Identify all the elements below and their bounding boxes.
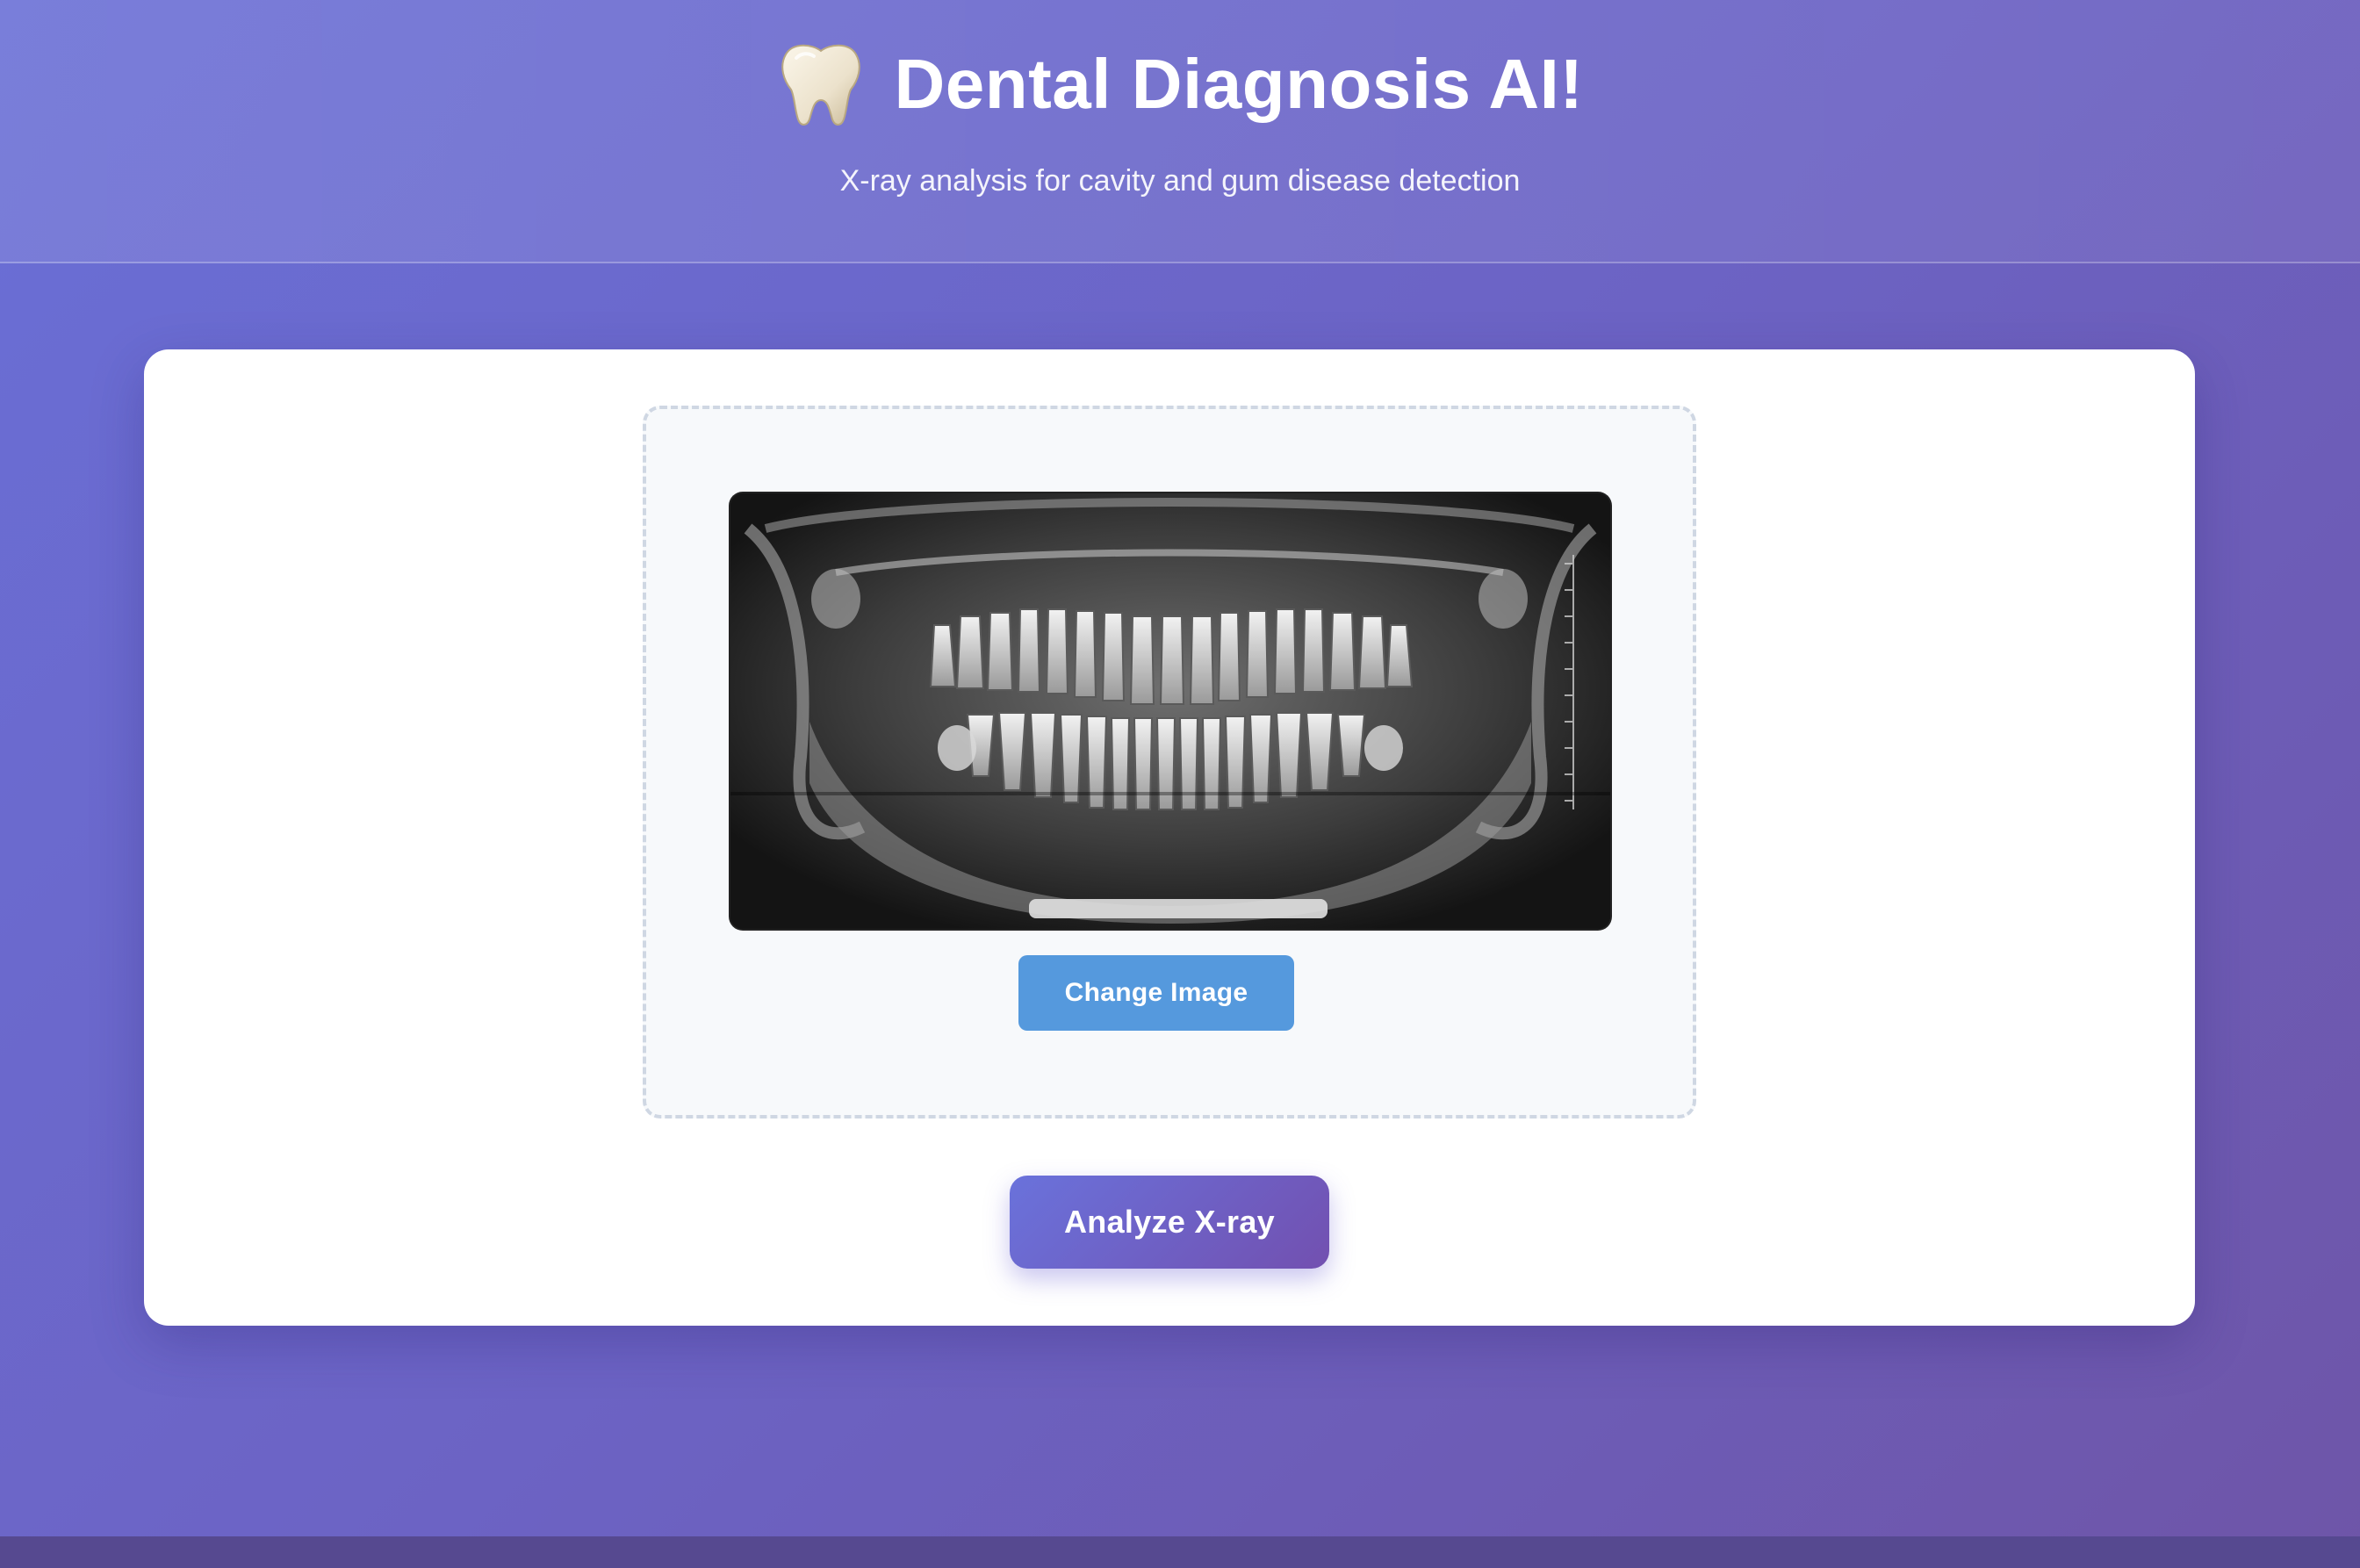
xray-preview-image bbox=[730, 493, 1610, 929]
footer-bar bbox=[0, 1536, 2360, 1568]
upload-dropzone[interactable]: Change Image bbox=[643, 406, 1696, 1118]
title-row: Dental Diagnosis AI! bbox=[0, 32, 2360, 137]
tooth-icon bbox=[781, 44, 860, 126]
change-image-button[interactable]: Change Image bbox=[1018, 955, 1294, 1031]
app-header: Dental Diagnosis AI! X-ray analysis for … bbox=[0, 0, 2360, 263]
xray-image-graphic bbox=[730, 493, 1610, 929]
analyze-xray-button[interactable]: Analyze X-ray bbox=[1010, 1176, 1329, 1269]
app-title: Dental Diagnosis AI! bbox=[894, 45, 1584, 123]
upload-card: Change Image Analyze X-ray bbox=[144, 349, 2195, 1326]
app-subtitle: X-ray analysis for cavity and gum diseas… bbox=[839, 164, 1521, 198]
